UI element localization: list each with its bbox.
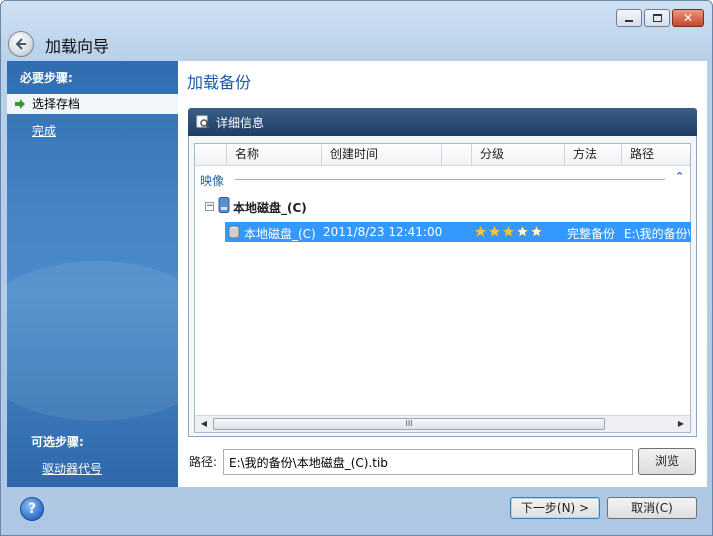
scroll-right-icon[interactable]: ▶ [674,418,688,430]
star-icon [502,225,515,237]
minimize-button[interactable] [616,9,642,27]
required-steps-heading: 必要步骤: [20,71,73,85]
details-icon [196,115,210,129]
help-button[interactable]: ? [20,497,44,521]
window-controls: ✕ [616,9,704,27]
column-header-name[interactable]: 名称 [227,144,322,166]
sidebar-item-label: 完成 [32,124,57,138]
group-divider [235,179,665,180]
column-header-blank[interactable] [195,144,227,166]
row-path: E:\我的备份\: [624,227,690,241]
browse-button[interactable]: 浏览 [638,448,696,475]
main-content: 加载备份 详细信息 名称 创建时间 分级 方法 路径 映像 ⌃ − 本地磁盘_(… [178,61,707,487]
tree-node-disk[interactable]: 本地磁盘_(C) [233,199,307,216]
optional-steps-heading: 可选步骤: [31,435,84,449]
tree-collapse-icon[interactable]: − [205,202,214,211]
archive-list[interactable]: 名称 创建时间 分级 方法 路径 映像 ⌃ − 本地磁盘_(C) 本地磁盘_(C… [194,143,691,433]
star-icon [474,225,487,237]
window-title: 加载向导 [45,37,110,56]
title-bar: 加载向导 ✕ [1,1,712,61]
arrow-left-icon [15,38,26,50]
details-panel-title: 详细信息 [216,115,265,130]
steps-sidebar: 必要步骤: 选择存档 完成 可选步骤: 驱动器代号 [7,61,178,487]
maximize-icon [652,14,662,22]
sidebar-item-select-archive[interactable]: 选择存档 [7,94,178,114]
minimize-icon [625,20,633,22]
horizontal-scrollbar[interactable]: ◀ III ▶ [195,415,690,432]
row-method: 完整备份 [567,227,616,241]
close-button[interactable]: ✕ [672,9,704,27]
column-header-method[interactable]: 方法 [565,144,622,166]
table-row[interactable]: 本地磁盘_(C) 2011/8/23 12:41:00 完整备份 E:\我的备份… [225,222,691,242]
star-icon [530,225,543,237]
row-created: 2011/8/23 12:41:00 [323,225,443,239]
green-arrow-icon [15,99,25,109]
sidebar-item-label: 驱动器代号 [42,462,103,476]
maximize-button[interactable] [644,9,670,27]
column-header-created[interactable]: 创建时间 [322,144,442,166]
row-name: 本地磁盘_(C) [244,227,316,241]
group-label-images: 映像 [200,174,225,188]
chevron-up-icon[interactable]: ⌃ [675,170,684,183]
wizard-footer: ? 下一步(N) > 取消(C) [1,487,712,535]
column-header-blank-2[interactable] [442,144,472,166]
back-button[interactable] [8,31,34,57]
next-button[interactable]: 下一步(N) > [510,497,600,519]
sidebar-item-label: 选择存档 [32,97,81,111]
star-icon [488,225,501,237]
scroll-thumb[interactable]: III [213,418,605,430]
scroll-left-icon[interactable]: ◀ [197,418,211,430]
wizard-window: 加载向导 ✕ 必要步骤: 选择存档 完成 可选步骤: 驱动器代号 加载备份 详细… [0,0,713,536]
star-icon [516,225,529,237]
sidebar-decoration [7,261,178,421]
archive-icon [228,225,240,239]
details-panel-header: 详细信息 [188,108,697,136]
sidebar-item-drive-letter[interactable]: 驱动器代号 [7,459,178,479]
sidebar-item-finish[interactable]: 完成 [7,121,178,141]
details-panel: 名称 创建时间 分级 方法 路径 映像 ⌃ − 本地磁盘_(C) 本地磁盘_(C… [188,136,697,437]
column-header-rating[interactable]: 分级 [472,144,565,166]
path-label: 路径: [189,455,218,469]
column-header-path[interactable]: 路径 [622,144,690,166]
disk-icon [218,197,230,213]
path-input[interactable] [223,449,633,475]
page-title: 加载备份 [187,73,252,92]
cancel-button[interactable]: 取消(C) [607,497,697,519]
rating-stars [474,225,544,241]
close-icon: ✕ [682,11,694,25]
